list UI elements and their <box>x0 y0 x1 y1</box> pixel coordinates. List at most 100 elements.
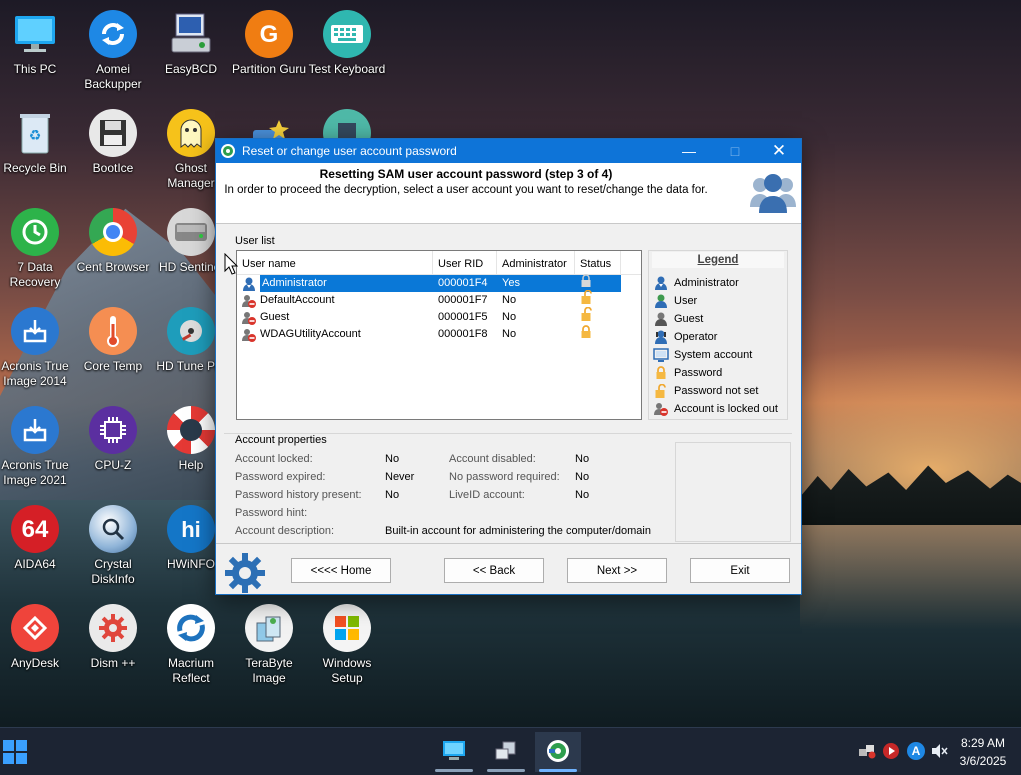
taskbar-app-reset-password[interactable] <box>535 732 581 772</box>
user-row-wdagutilityaccount[interactable]: WDAGUtilityAccount 000001F8 No <box>237 324 641 345</box>
svg-text:♻: ♻ <box>29 128 42 144</box>
guest-icon <box>652 310 670 328</box>
desktop-icon-windows-setup[interactable]: Windows Setup <box>308 604 386 686</box>
password-expired-label: Password expired: <box>235 471 326 483</box>
account-locked-label: Account locked: <box>235 453 313 465</box>
sync-icon <box>89 10 137 58</box>
dialog-titlebar[interactable]: Reset or change user account password — … <box>216 139 801 163</box>
language-tray-icon[interactable]: A <box>907 742 925 760</box>
desktop-icon-this-pc[interactable]: This PC <box>0 10 74 77</box>
desktop-icon-label: AIDA64 <box>14 557 56 571</box>
hwinfo-icon: hi <box>167 505 215 553</box>
desktop-icon-partition-guru[interactable]: G Partition Guru <box>230 10 308 77</box>
volume-muted-icon[interactable] <box>930 743 948 762</box>
liveid-account-value: No <box>575 489 590 501</box>
app-icon <box>546 739 570 766</box>
desktop-icon-label: HWiNFO <box>167 557 215 571</box>
desktop-icon-dism[interactable]: Dism ++ <box>74 604 152 671</box>
desktop-icon-easybcd[interactable]: EasyBCD <box>152 10 230 77</box>
user-rid: 000001F8 <box>438 328 488 340</box>
media-player-tray-icon[interactable] <box>882 742 900 763</box>
column-user-name[interactable]: User name <box>237 251 433 275</box>
column-user-rid[interactable]: User RID <box>433 251 497 275</box>
account-locked-value: No <box>385 453 400 465</box>
back-button[interactable]: << Back <box>444 558 544 583</box>
taskbar-app-explorer[interactable] <box>431 732 477 772</box>
user-list[interactable]: User name User RID Administrator Status … <box>236 250 642 420</box>
minimize-button[interactable]: — <box>666 139 712 163</box>
clock-date: 3/6/2025 <box>959 754 1007 768</box>
legend-item-guest: Guest <box>649 310 787 328</box>
desktop-icon-7-data-recovery[interactable]: 7 Data Recovery <box>0 208 74 290</box>
desktop-icon-cent-browser[interactable]: Cent Browser <box>74 208 152 275</box>
desktop-icon-bootice[interactable]: BootIce <box>74 109 152 176</box>
crystaldisk-icon <box>89 505 137 553</box>
column-status[interactable]: Status <box>575 251 621 275</box>
desktop-icon-acronis-2014[interactable]: Acronis True Image 2014 <box>0 307 74 389</box>
legend-item-user: User <box>649 292 787 310</box>
desktop-icon-label: TeraByte Image <box>245 656 293 685</box>
desktop-icon-terabyte-image[interactable]: TeraByte Image <box>230 604 308 686</box>
desktop-icon-aomei-backupper[interactable]: Aomei Backupper <box>74 10 152 92</box>
legend-item-locked-out: Account is locked out <box>649 400 787 418</box>
start-button[interactable] <box>3 740 27 764</box>
legend-item-system-account: System account <box>649 346 787 364</box>
account-description-value: Built-in account for administering the c… <box>385 525 651 537</box>
user-admin: No <box>502 294 517 306</box>
desktop-icon-label: Cent Browser <box>76 260 150 274</box>
close-button[interactable]: ✕ <box>756 139 802 163</box>
system-account-icon <box>652 346 670 364</box>
user-row-guest[interactable]: Guest 000001F5 No <box>237 306 641 326</box>
password-lock-icon <box>580 324 592 345</box>
desktop-icon-recycle-bin[interactable]: ♻ Recycle Bin <box>0 109 74 176</box>
legend-item-password-not-set: Password not set <box>649 382 787 400</box>
locked-out-icon <box>241 293 257 309</box>
user-icon <box>652 292 670 310</box>
maximize-button[interactable]: □ <box>712 139 758 163</box>
user-admin: No <box>502 328 517 340</box>
account-disabled-value: No <box>575 453 590 465</box>
desktop-icon-label: EasyBCD <box>164 62 217 76</box>
lifebuoy-icon <box>167 406 215 454</box>
gear-icon <box>89 604 137 652</box>
maximize-icon: □ <box>730 143 740 159</box>
legend-item-operator: Operator <box>649 328 787 346</box>
desktop-icon-crystal-diskinfo[interactable]: Crystal DiskInfo <box>74 505 152 587</box>
desktop-icon-aida64[interactable]: 64 AIDA64 <box>0 505 74 572</box>
minimize-icon: — <box>682 143 696 159</box>
desktop-icon-acronis-2021[interactable]: Acronis True Image 2021 <box>0 406 74 488</box>
clock[interactable]: 8:29 AM 3/6/2025 <box>950 734 1016 770</box>
browser-icon <box>89 208 137 256</box>
desktop-icon-test-keyboard[interactable]: Test Keyboard <box>308 10 386 77</box>
desktop-icon-anydesk[interactable]: AnyDesk <box>0 604 74 671</box>
desktop-icon-macrium-reflect[interactable]: Macrium Reflect <box>152 604 230 686</box>
anydesk-icon <box>11 604 59 652</box>
monitor-icon <box>11 10 59 58</box>
administrator-icon <box>241 276 257 292</box>
hdd-icon <box>167 208 215 256</box>
desktop-icon-core-temp[interactable]: Core Temp <box>74 307 152 374</box>
password-history-label: Password history present: <box>235 489 362 501</box>
next-button[interactable]: Next >> <box>567 558 667 583</box>
desktop-icon-label: BootIce <box>92 161 134 175</box>
floppy-icon <box>89 109 137 157</box>
user-rid: 000001F5 <box>438 311 488 323</box>
legend-title: Legend <box>652 252 784 268</box>
password-not-set-icon <box>652 382 670 400</box>
monitor-icon <box>442 740 466 765</box>
home-button[interactable]: <<<< Home <box>291 558 391 583</box>
locked-out-icon <box>652 400 670 418</box>
desktop-icon-cpu-z[interactable]: CPU-Z <box>74 406 152 473</box>
no-password-required-value: No <box>575 471 590 483</box>
user-list-label: User list <box>235 235 275 247</box>
desktop-icon-label: Macrium Reflect <box>167 656 214 685</box>
user-admin: No <box>502 311 517 323</box>
password-expired-value: Never <box>385 471 415 483</box>
network-tray-icon[interactable] <box>858 743 876 762</box>
wallpaper-trees <box>800 465 1021 525</box>
column-administrator[interactable]: Administrator <box>497 251 575 275</box>
taskbar-app-network[interactable] <box>483 732 529 772</box>
exit-button[interactable]: Exit <box>690 558 790 583</box>
user-name: Guest <box>260 311 290 323</box>
desktop-icon-label: Partition Guru <box>231 62 307 76</box>
